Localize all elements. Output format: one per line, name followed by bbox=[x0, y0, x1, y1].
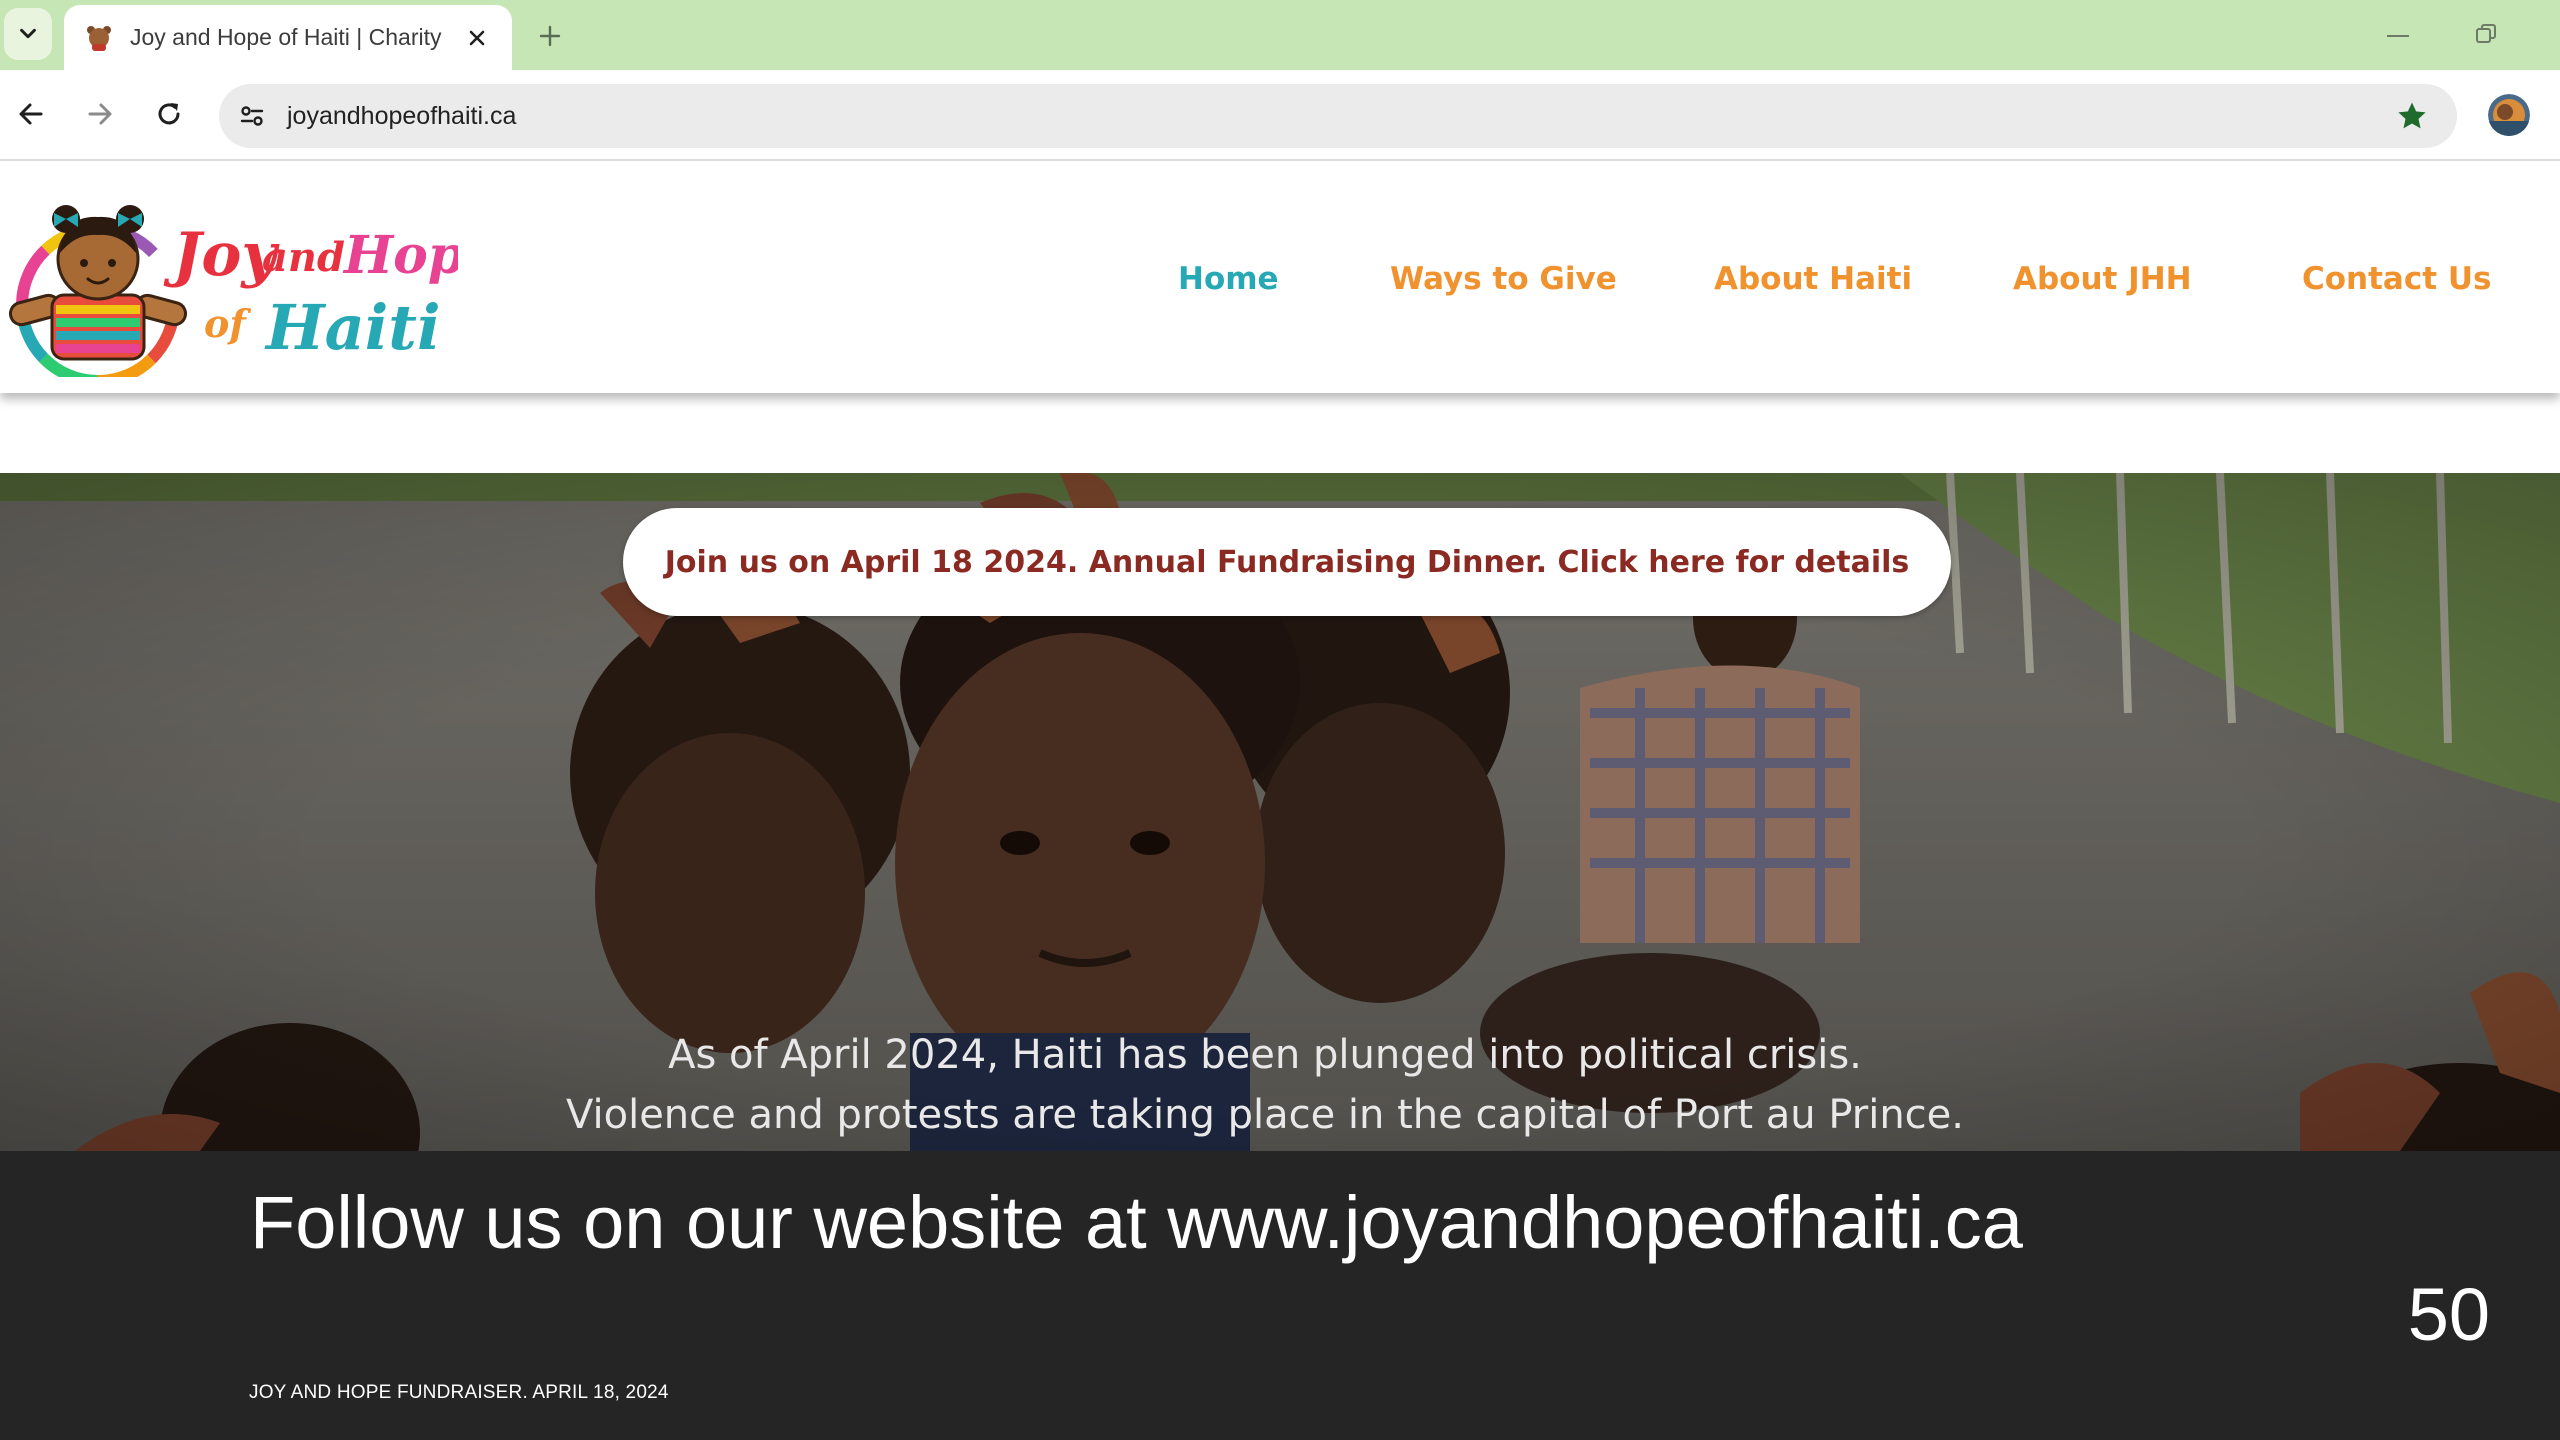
reload-icon bbox=[158, 103, 180, 125]
joy-and-hope-logo-icon: Joy and Hope of Haiti bbox=[8, 205, 497, 387]
hero-banner: Join us on April 18 2024. Annual Fundrai… bbox=[0, 473, 2560, 1151]
logo-word-hope: Hope bbox=[342, 225, 458, 286]
restore-icon bbox=[2476, 24, 2496, 43]
tab-search-button[interactable] bbox=[4, 8, 52, 60]
nav-contact-us[interactable]: Contact Us bbox=[2302, 261, 2491, 297]
browser-tab-strip: Joy and Hope of Haiti | Charity bbox=[0, 0, 2560, 70]
new-tab-button[interactable] bbox=[530, 16, 570, 56]
svg-text:of: of bbox=[204, 301, 251, 346]
nav-about-haiti[interactable]: About Haiti bbox=[1714, 261, 1912, 297]
slide-footer-text: JOY AND HOPE FUNDRAISER. APRIL 18, 2024 bbox=[249, 1382, 669, 1403]
logo-word-of: of bbox=[204, 301, 251, 346]
arrow-right-icon bbox=[88, 103, 112, 125]
nav-about-jhh[interactable]: About JHH bbox=[2013, 261, 2192, 297]
reload-button[interactable] bbox=[147, 92, 191, 136]
address-bar[interactable]: joyandhopeofhaiti.ca bbox=[219, 84, 2457, 148]
site-header: Joy and Hope of Haiti Home Ways to Give … bbox=[0, 161, 2560, 393]
hero-text-line-1: As of April 2024, Haiti has been plunged… bbox=[668, 1032, 1862, 1078]
site-logo[interactable]: Joy and Hope of Haiti bbox=[8, 187, 497, 387]
svg-text:Haiti: Haiti bbox=[264, 291, 441, 364]
url-text[interactable]: joyandhopeofhaiti.ca bbox=[287, 102, 2389, 131]
site-info-button[interactable] bbox=[231, 95, 273, 137]
nav-ways-to-give[interactable]: Ways to Give bbox=[1390, 261, 1617, 297]
arrow-left-icon bbox=[19, 103, 43, 125]
restore-window-button[interactable] bbox=[2464, 14, 2508, 54]
browser-tab-active[interactable]: Joy and Hope of Haiti | Charity bbox=[64, 5, 512, 70]
profile-avatar[interactable] bbox=[2488, 94, 2530, 136]
logo-word-and: and bbox=[262, 234, 345, 281]
minimize-icon bbox=[2387, 35, 2409, 37]
back-button[interactable] bbox=[9, 92, 53, 136]
bookmark-button[interactable] bbox=[2389, 93, 2435, 139]
slide-caption: Follow us on our website at www.joyandho… bbox=[250, 1181, 2023, 1264]
tab-close-button[interactable] bbox=[460, 21, 494, 55]
hero-crisis-text: As of April 2024, Haiti has been plunged… bbox=[0, 1025, 2560, 1145]
avatar-icon bbox=[2488, 94, 2530, 136]
plus-icon bbox=[539, 25, 561, 47]
svg-text:Hope: Hope bbox=[342, 225, 458, 286]
svg-text:and: and bbox=[262, 234, 345, 281]
tab-title: Joy and Hope of Haiti | Charity bbox=[130, 24, 442, 50]
hero-text-line-2: Violence and protests are taking place i… bbox=[566, 1092, 1964, 1138]
website-viewport: Joy and Hope of Haiti Home Ways to Give … bbox=[0, 161, 2560, 1151]
fundraising-dinner-banner-link[interactable]: Join us on April 18 2024. Annual Fundrai… bbox=[623, 508, 1951, 616]
bear-favicon-icon bbox=[87, 25, 111, 51]
slide-number: 50 bbox=[2407, 1273, 2490, 1356]
close-icon bbox=[469, 30, 485, 45]
browser-toolbar: joyandhopeofhaiti.ca bbox=[0, 70, 2560, 161]
logo-word-haiti: Haiti bbox=[264, 291, 441, 364]
chevron-down-icon bbox=[20, 28, 36, 39]
nav-home[interactable]: Home bbox=[1178, 261, 1279, 297]
star-filled-icon bbox=[2398, 102, 2426, 129]
tune-icon bbox=[240, 106, 264, 126]
minimize-window-button[interactable] bbox=[2376, 18, 2420, 54]
forward-button[interactable] bbox=[78, 92, 122, 136]
